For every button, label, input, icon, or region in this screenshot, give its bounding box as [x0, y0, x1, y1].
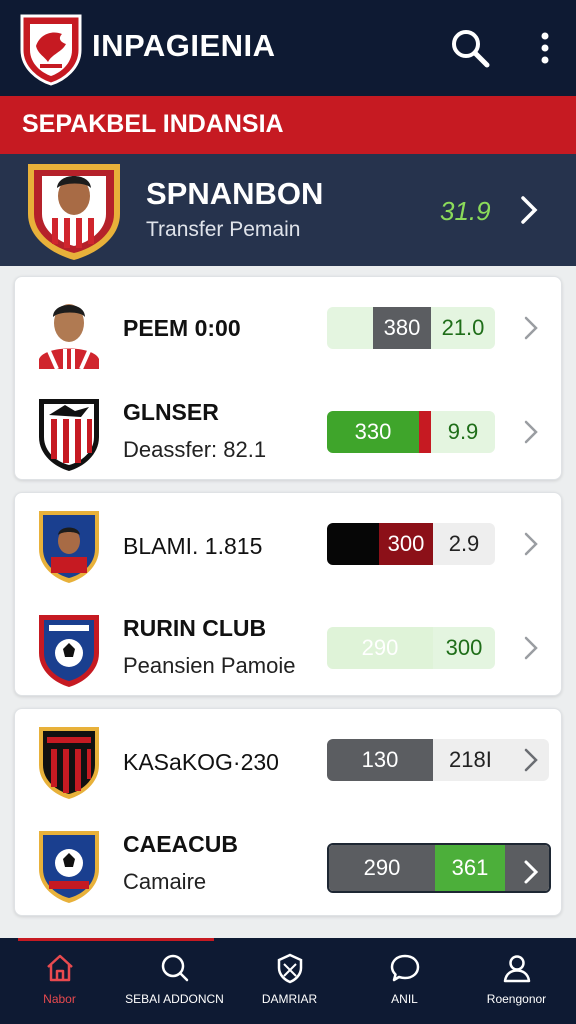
club-crest-icon [39, 831, 99, 903]
chevron-right-icon [524, 420, 538, 444]
transfer-row[interactable]: BLAMI. 1.815 300 2.9 [15, 493, 563, 599]
transfer-row[interactable]: CAEACUB Camaire 290 361 [15, 813, 563, 919]
value-right: 361 [435, 845, 505, 891]
featured-subtitle: Transfer Pemain [146, 218, 301, 241]
nav-label: Nabor [43, 992, 76, 1006]
transfer-title: PEEM 0:00 [123, 315, 241, 341]
section-banner-label: SEPAKBEL INDANSIA [22, 110, 284, 138]
chevron-right-icon [524, 636, 538, 660]
transfer-row[interactable]: KASaKOG·230 130 218I [15, 709, 563, 815]
transfer-title: KASaKOG·230 [123, 749, 279, 775]
player-badge-icon [39, 511, 99, 583]
value-left: 290 [327, 627, 433, 669]
chevron-right-icon [521, 196, 538, 224]
section-banner: SEPAKBEL INDANSIA [0, 96, 576, 154]
chevron-right-icon [524, 860, 539, 884]
club-subtitle: Peansien Pamoie [123, 653, 296, 678]
top-bar: INPAGIENIA [0, 0, 576, 96]
club-subtitle: Deassfer: 82.1 [123, 437, 267, 462]
player-avatar-icon [39, 304, 99, 369]
search-icon [161, 954, 189, 982]
nav-label: Roengonor [486, 992, 547, 1006]
club-crest-icon [39, 727, 99, 799]
value-pill: 380 21.0 [327, 307, 495, 349]
user-icon [503, 955, 531, 983]
value-left: 380 [373, 307, 431, 349]
app-title: INPAGIENIA [92, 28, 276, 63]
value-left: 330 [327, 411, 419, 453]
nav-item-chat[interactable]: ANIL [347, 938, 462, 1024]
value-left: 130 [327, 739, 433, 781]
chat-icon [390, 954, 420, 982]
nav-label: ANIL [391, 992, 418, 1006]
transfer-row[interactable]: PEEM 0:00 380 21.0 [15, 277, 563, 383]
chevron-right-icon [524, 532, 538, 556]
value-left: 290 [329, 845, 435, 891]
value-pill: 290 361 [327, 843, 551, 893]
transfer-row[interactable]: GLNSER Deassfer: 82.1 330 9.9 [15, 381, 563, 487]
app-logo-icon [20, 14, 82, 86]
transfer-title: BLAMI. 1.815 [123, 533, 263, 559]
featured-title: SPNANBON [146, 176, 324, 211]
nav-item-profile[interactable]: Roengonor [459, 938, 574, 1024]
value-pill: 330 9.9 [327, 411, 495, 453]
search-icon[interactable] [448, 26, 492, 70]
value-pill: 300 2.9 [327, 523, 495, 565]
transfer-card: KASaKOG·230 130 218I CAEACUB Camaire 290… [14, 708, 562, 916]
transfer-card: BLAMI. 1.815 300 2.9 RURIN CLUB Peansien… [14, 492, 562, 696]
club-title: CAEACUB [123, 831, 238, 857]
value-right: 21.0 [431, 307, 495, 349]
club-title: GLNSER [123, 399, 219, 425]
club-subtitle: Camaire [123, 869, 207, 894]
transfer-row[interactable]: RURIN CLUB Peansien Pamoie 290 300 [15, 597, 563, 703]
transfer-card: PEEM 0:00 380 21.0 GLNSER Deassfer: 82.1… [14, 276, 562, 480]
value-left: 300 [379, 523, 433, 565]
nav-item-search[interactable]: SEBAI ADDONCN [117, 938, 232, 1024]
nav-label: SEBAI ADDONCN [125, 992, 224, 1006]
bottom-nav: Nabor SEBAI ADDONCN DAMRIAR ANIL Roengon… [0, 938, 576, 1024]
featured-value: 31.9 [440, 196, 491, 226]
value-right: 9.9 [431, 411, 495, 453]
nav-label: DAMRIAR [261, 992, 318, 1006]
shield-icon [277, 953, 303, 984]
club-crest-icon [39, 615, 99, 687]
club-crest-icon [39, 399, 99, 471]
chevron-right-icon [524, 748, 538, 772]
nav-item-damriar[interactable]: DAMRIAR [232, 938, 347, 1024]
player-crest-icon [28, 164, 120, 260]
value-right: 300 [433, 627, 495, 669]
value-pill: 290 300 [327, 627, 495, 669]
club-title: RURIN CLUB [123, 615, 267, 641]
featured-transfer[interactable]: SPNANBON Transfer Pemain 31.9 [0, 154, 576, 266]
home-icon [47, 954, 73, 982]
value-right: 2.9 [433, 523, 495, 565]
more-menu-icon[interactable] [530, 26, 560, 70]
chevron-right-icon [524, 316, 538, 340]
nav-item-home[interactable]: Nabor [2, 938, 117, 1024]
value-pill: 130 218I [327, 739, 549, 781]
